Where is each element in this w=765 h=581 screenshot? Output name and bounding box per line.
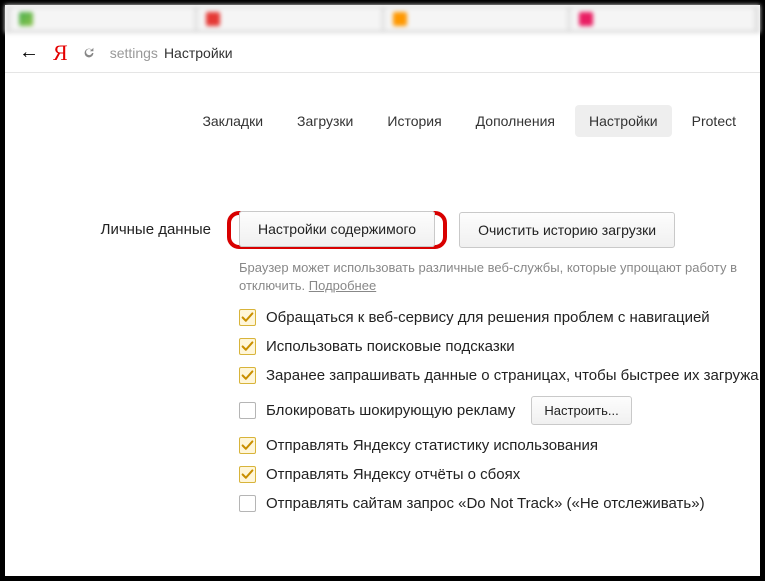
section-body: Настройки содержимого Очистить историю з… [237, 211, 760, 512]
option-label: Использовать поисковые подсказки [266, 338, 515, 355]
option-label: Обращаться к веб-сервису для решения про… [266, 309, 710, 326]
nav-protect[interactable]: Protect [678, 105, 750, 137]
settings-content: Личные данные Настройки содержимого Очис… [5, 155, 760, 512]
highlight-annotation: Настройки содержимого [227, 211, 447, 249]
option-row: Отправлять Яндексу отчёты о сбоях [239, 466, 760, 483]
options-list: Обращаться к веб-сервису для решения про… [237, 309, 760, 512]
checkbox[interactable] [239, 466, 256, 483]
browser-tab[interactable] [385, 8, 568, 30]
checkbox[interactable] [239, 338, 256, 355]
toolbar: ← Я settings Настройки [5, 33, 760, 73]
url-path: settings [110, 45, 158, 61]
section-title: Личные данные [5, 211, 237, 512]
tab-favicon [579, 12, 593, 26]
option-row: Использовать поисковые подсказки [239, 338, 760, 355]
learn-more-link[interactable]: Подробнее [309, 278, 376, 293]
nav-history[interactable]: История [373, 105, 455, 137]
tab-favicon [206, 12, 220, 26]
configure-button[interactable]: Настроить... [531, 396, 631, 425]
clear-history-button[interactable]: Очистить историю загрузки [459, 212, 675, 248]
option-row: Блокировать шокирующую рекламу Настроить.… [239, 396, 760, 425]
checkbox[interactable] [239, 402, 256, 419]
nav-bookmarks[interactable]: Закладки [188, 105, 277, 137]
browser-window: ← Я settings Настройки Закладки Загрузки… [0, 0, 765, 581]
option-row: Обращаться к веб-сервису для решения про… [239, 309, 760, 326]
back-button[interactable]: ← [19, 41, 39, 64]
settings-nav: Закладки Загрузки История Дополнения Нас… [5, 73, 760, 155]
section-description: Браузер может использовать различные веб… [239, 259, 749, 295]
tab-favicon [393, 12, 407, 26]
reload-button[interactable] [82, 46, 96, 60]
checkbox[interactable] [239, 495, 256, 512]
option-label: Отправлять Яндексу отчёты о сбоях [266, 466, 520, 483]
browser-tab[interactable] [198, 8, 381, 30]
checkbox[interactable] [239, 309, 256, 326]
nav-addons[interactable]: Дополнения [462, 105, 569, 137]
option-row: Отправлять сайтам запрос «Do Not Track» … [239, 495, 760, 512]
desc-text: Браузер может использовать различные веб… [239, 260, 737, 275]
browser-tab[interactable] [571, 8, 754, 30]
address-bar[interactable]: settings Настройки [110, 45, 233, 61]
yandex-logo[interactable]: Я [53, 40, 68, 66]
option-label: Заранее запрашивать данные о страницах, … [266, 367, 759, 384]
tab-favicon [19, 12, 33, 26]
content-settings-button[interactable]: Настройки содержимого [239, 211, 435, 247]
desc-text: отключить. [239, 278, 309, 293]
checkbox[interactable] [239, 367, 256, 384]
nav-settings[interactable]: Настройки [575, 105, 672, 137]
button-row: Настройки содержимого Очистить историю з… [237, 211, 760, 249]
browser-tab[interactable] [11, 8, 194, 30]
tab-strip [5, 5, 760, 33]
option-row: Заранее запрашивать данные о страницах, … [239, 367, 760, 384]
checkbox[interactable] [239, 437, 256, 454]
option-label: Блокировать шокирующую рекламу [266, 402, 515, 419]
url-title: Настройки [164, 45, 233, 61]
option-row: Отправлять Яндексу статистику использова… [239, 437, 760, 454]
nav-downloads[interactable]: Загрузки [283, 105, 367, 137]
option-label: Отправлять сайтам запрос «Do Not Track» … [266, 495, 705, 512]
option-label: Отправлять Яндексу статистику использова… [266, 437, 598, 454]
